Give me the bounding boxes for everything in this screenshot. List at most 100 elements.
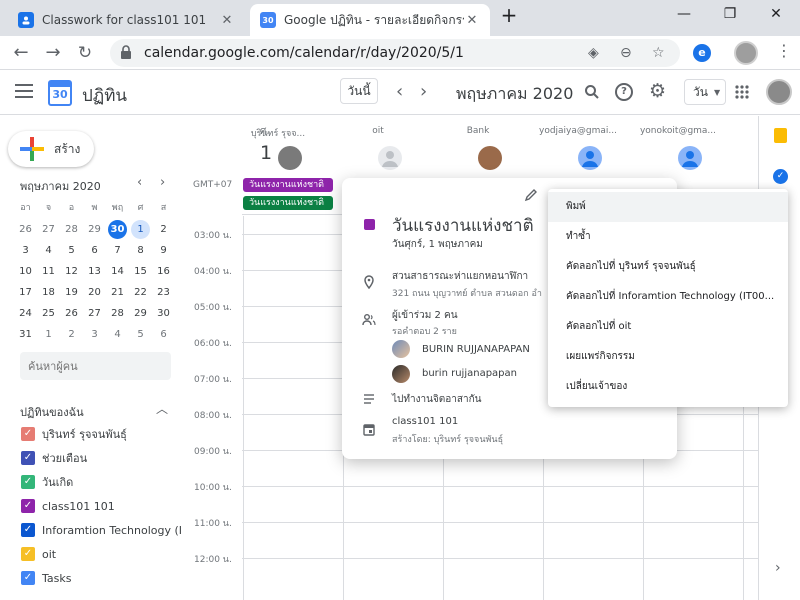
mini-day[interactable]: 24 [14,303,37,324]
column-avatar[interactable] [678,146,702,170]
forward-arrow-icon[interactable]: → [40,40,66,66]
guest-name[interactable]: burin rujjanapapan [422,368,517,379]
mini-day[interactable]: 20 [83,282,106,303]
mini-day[interactable]: 17 [14,282,37,303]
calendar-item[interactable]: ✓ บุรินทร์ รุจจนพันธุ์ [21,424,181,444]
account-avatar[interactable] [766,79,792,105]
create-button[interactable]: สร้าง [8,131,94,167]
mini-day[interactable]: 30 [106,219,129,240]
mini-day[interactable]: 16 [152,261,175,282]
help-icon[interactable]: ? [615,83,633,101]
mini-day[interactable]: 4 [37,240,60,261]
main-menu-icon[interactable] [15,84,33,98]
mini-day[interactable]: 21 [106,282,129,303]
browser-tab-classwork[interactable]: Classwork for class101 101 ✕ [8,4,245,36]
mini-day[interactable]: 5 [60,240,83,261]
mini-day[interactable]: 27 [83,303,106,324]
column-avatar[interactable] [378,146,402,170]
checkbox-icon[interactable]: ✓ [21,571,35,585]
mini-day[interactable]: 7 [106,240,129,261]
calendar-item[interactable]: ✓ Inforamtion Technology (I... [21,520,181,540]
my-calendars-title[interactable]: ปฏิทินของฉัน [20,403,84,421]
mini-day[interactable]: 5 [129,324,152,345]
tasks-check-icon[interactable]: ✓ [773,169,788,184]
mini-day[interactable]: 26 [60,303,83,324]
column-avatar[interactable] [478,146,502,170]
calendar-item[interactable]: ✓ ช่วยเตือน [21,448,181,468]
mini-day[interactable]: 29 [129,303,152,324]
browser-profile-avatar[interactable] [734,41,758,65]
menu-item[interactable]: คัดลอกไปที่ บุรินทร์ รุจจนพันธุ์ [548,252,788,282]
mini-day[interactable]: 10 [14,261,37,282]
prev-chevron-icon[interactable]: ‹ [396,81,403,102]
browser-menu-icon[interactable]: ⋮ [776,41,792,60]
collapse-chevron-icon[interactable]: ︿ [156,400,168,417]
mini-day[interactable]: 1 [129,219,152,240]
expand-panel-chevron-icon[interactable]: › [775,560,781,576]
allday-event-chip[interactable]: วันแรงงานแห่งชาติ [243,178,333,192]
menu-item[interactable]: เปลี่ยนเจ้าของ [548,372,788,402]
today-button[interactable]: วันนี้ [340,78,378,104]
search-icon[interactable] [584,84,600,100]
mini-day[interactable]: 8 [129,240,152,261]
reload-icon[interactable]: ↻ [72,40,98,66]
location-name[interactable]: สวนสาธารณะห่าแยกหอนาฬิกา [392,269,528,284]
mini-day[interactable]: 3 [83,324,106,345]
calendar-item[interactable]: ✓ Tasks [21,568,181,588]
mini-day[interactable]: 3 [14,240,37,261]
view-select[interactable]: วัน ▼ [684,79,726,105]
next-chevron-icon[interactable]: › [420,81,427,102]
menu-item[interactable]: ทำซ้ำ [548,222,788,252]
mini-day[interactable]: 6 [152,324,175,345]
calendar-item[interactable]: ✓ oit [21,544,181,564]
mini-day[interactable]: 6 [83,240,106,261]
mini-day[interactable]: 9 [152,240,175,261]
calendar-item[interactable]: ✓ วันเกิด [21,472,181,492]
mini-day[interactable]: 2 [152,219,175,240]
mini-day[interactable]: 26 [14,219,37,240]
minimize-icon[interactable]: — [672,6,696,22]
mini-day[interactable]: 12 [60,261,83,282]
mini-day[interactable]: 11 [37,261,60,282]
tab-close-icon[interactable]: ✕ [219,13,235,28]
mini-day[interactable]: 4 [106,324,129,345]
new-tab-plus-icon[interactable]: + [497,3,521,27]
apps-grid-icon[interactable] [735,85,749,99]
mini-day[interactable]: 28 [60,219,83,240]
mini-day[interactable]: 19 [60,282,83,303]
browser-tab-calendar[interactable]: 30 Google ปฏิทิน - รายละเอียดกิจกรรม ✕ [250,4,490,36]
guest-name[interactable]: BURIN RUJJANAPAPAN [422,344,530,355]
bookmark-star-icon[interactable]: ☆ [652,45,665,61]
mini-day[interactable]: 29 [83,219,106,240]
day-number[interactable]: 1 [260,142,272,164]
menu-item[interactable]: คัดลอกไปที่ oit [548,312,788,342]
menu-item[interactable]: คัดลอกไปที่ Inforamtion Technology (IT00… [548,282,788,312]
mini-day[interactable]: 31 [14,324,37,345]
mini-day[interactable]: 23 [152,282,175,303]
mini-day[interactable]: 22 [129,282,152,303]
checkbox-icon[interactable]: ✓ [21,499,35,513]
checkbox-icon[interactable]: ✓ [21,475,35,489]
window-close-icon[interactable]: ✕ [764,6,788,22]
mini-day[interactable]: 14 [106,261,129,282]
address-bar[interactable]: calendar.google.com/calendar/r/day/2020/… [110,39,680,67]
edit-pencil-icon[interactable] [524,188,538,202]
mini-day[interactable]: 13 [83,261,106,282]
keep-icon[interactable] [774,128,787,143]
mini-day[interactable]: 25 [37,303,60,324]
mini-next-chevron-icon[interactable]: › [160,175,165,190]
mini-prev-chevron-icon[interactable]: ‹ [137,175,142,190]
tab-close-icon[interactable]: ✕ [464,13,480,28]
restore-icon[interactable]: ❐ [718,6,742,22]
mini-day[interactable]: 30 [152,303,175,324]
mini-day[interactable]: 27 [37,219,60,240]
allday-event-chip[interactable]: วันแรงงานแห่งชาติ [243,196,333,210]
checkbox-icon[interactable]: ✓ [21,451,35,465]
checkbox-icon[interactable]: ✓ [21,427,35,441]
column-avatar[interactable] [278,146,302,170]
mini-day[interactable]: 28 [106,303,129,324]
back-arrow-icon[interactable]: ← [8,40,34,66]
mini-day[interactable]: 15 [129,261,152,282]
zoom-icon[interactable]: ⊖ [620,45,632,61]
column-avatar[interactable] [578,146,602,170]
